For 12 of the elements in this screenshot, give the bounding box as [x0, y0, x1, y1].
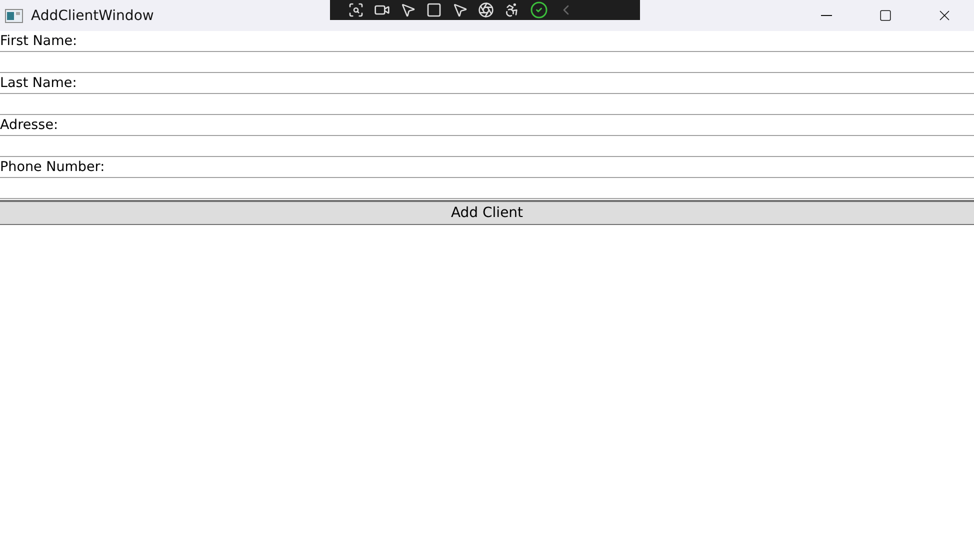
square-icon[interactable]	[426, 2, 442, 18]
check-icon[interactable]	[530, 1, 548, 19]
minimize-icon	[821, 15, 832, 16]
window-icon	[5, 8, 23, 22]
add-client-button[interactable]: Add Client	[0, 200, 974, 225]
window-title: AddClientWindow	[31, 8, 154, 24]
pointer-icon[interactable]	[452, 2, 468, 18]
accessibility-icon[interactable]	[504, 2, 520, 18]
pointer-icon[interactable]	[400, 2, 416, 18]
aperture-icon[interactable]	[478, 2, 494, 18]
inspect-icon[interactable]	[348, 2, 364, 18]
maximize-icon	[879, 9, 892, 22]
